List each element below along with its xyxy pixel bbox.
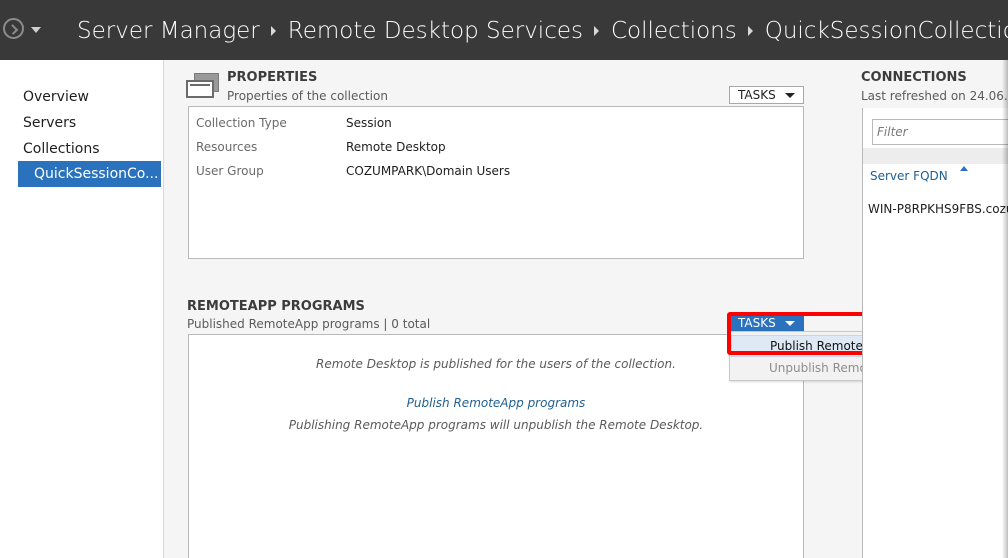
- prop-label-collection-type: Collection Type: [196, 116, 287, 130]
- prop-label-user-group: User Group: [196, 164, 264, 178]
- remoteapp-tasks-label: TASKS: [738, 316, 776, 330]
- remoteapp-subtitle: Published RemoteApp programs | 0 total: [187, 317, 431, 331]
- nav-item-servers[interactable]: Servers: [18, 110, 161, 136]
- prop-value-collection-type: Session: [346, 116, 392, 130]
- prop-label-resources: Resources: [196, 140, 258, 154]
- connections-filter-input[interactable]: Filter: [872, 119, 1008, 145]
- breadcrumb-separator-icon: [270, 26, 276, 36]
- remoteapp-link-row: Publish RemoteApp programs: [189, 392, 803, 411]
- breadcrumb-collections[interactable]: Collections: [611, 18, 737, 44]
- remoteapp-tasks-button[interactable]: TASKS: [729, 314, 804, 332]
- properties-tasks-label: TASKS: [738, 88, 776, 102]
- history-dropdown-icon[interactable]: [31, 27, 41, 33]
- breadcrumb-separator-icon: [747, 26, 753, 36]
- remoteapp-note: Publishing RemoteApp programs will unpub…: [288, 418, 704, 432]
- chevron-down-icon: [785, 93, 795, 98]
- breadcrumb-rds[interactable]: Remote Desktop Services: [288, 18, 583, 44]
- nav-item-collections[interactable]: Collections: [18, 136, 161, 162]
- connections-subtitle: Last refreshed on 24.06.202: [861, 89, 1008, 103]
- properties-subtitle: Properties of the collection: [227, 89, 388, 103]
- filter-options-bar: [863, 148, 1008, 164]
- table-row[interactable]: WIN-P8RPKHS9FBS.cozum: [868, 202, 1008, 216]
- column-header-server-fqdn[interactable]: Server FQDN: [870, 169, 948, 183]
- prop-value-user-group: COZUMPARK\Domain Users: [346, 164, 511, 178]
- prop-value-resources: Remote Desktop: [346, 140, 446, 154]
- connections-title: CONNECTIONS: [861, 70, 967, 85]
- back-arrow-icon[interactable]: [3, 18, 24, 39]
- breadcrumb-collection-name[interactable]: QuickSessionCollection: [765, 18, 1008, 44]
- remoteapp-status-message: Remote Desktop is published for the user…: [316, 357, 676, 371]
- remoteapp-panel: Remote Desktop is published for the user…: [188, 334, 804, 558]
- properties-tasks-button[interactable]: TASKS: [729, 86, 804, 104]
- nav-item-overview[interactable]: Overview: [18, 84, 161, 110]
- window-edge-shadow: [1002, 60, 1008, 558]
- title-bar: Server Manager Remote Desktop Services C…: [0, 0, 1008, 60]
- chevron-down-icon: [785, 321, 795, 326]
- properties-panel: Collection Type Session Resources Remote…: [188, 106, 804, 259]
- breadcrumb-separator-icon: [593, 26, 599, 36]
- properties-icon: [186, 73, 219, 99]
- publish-remoteapp-link[interactable]: Publish RemoteApp programs: [407, 396, 586, 410]
- properties-title: PROPERTIES: [227, 70, 318, 85]
- breadcrumb: Server Manager Remote Desktop Services C…: [77, 14, 1008, 48]
- nav-item-quicksessioncollection[interactable]: QuickSessionCo...: [18, 161, 161, 187]
- breadcrumb-server-manager[interactable]: Server Manager: [77, 18, 260, 44]
- remoteapp-title: REMOTEAPP PROGRAMS: [187, 299, 365, 314]
- sort-ascending-icon: [960, 166, 968, 171]
- left-navigation: Overview Servers Collections QuickSessio…: [0, 60, 164, 558]
